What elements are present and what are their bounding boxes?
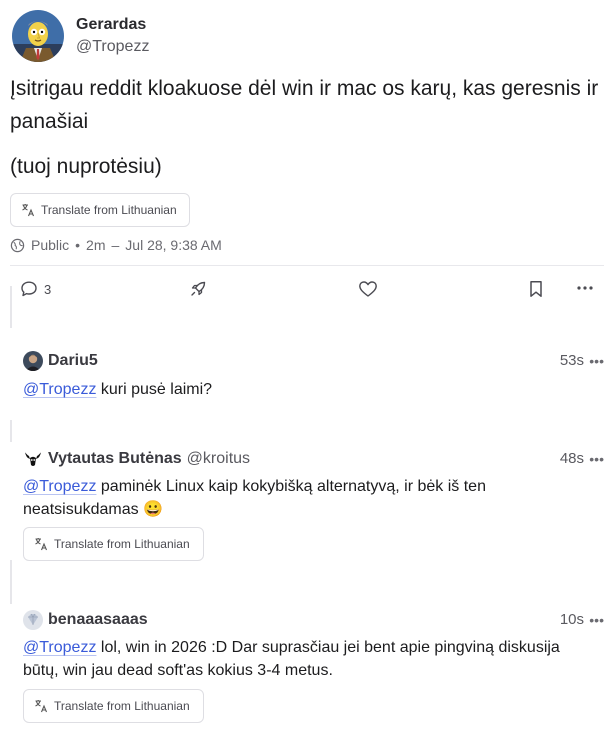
translate-label: Translate from Lithuanian: [54, 537, 190, 551]
author-avatar[interactable]: [12, 10, 64, 62]
reply-author-name[interactable]: Vytautas Butėnas: [48, 450, 182, 468]
reply-more-icon[interactable]: •••: [589, 353, 604, 369]
meta-dash: –: [111, 237, 120, 253]
thread-line: [10, 286, 12, 328]
reply-body: lol, win in 2026 :D Dar suprasčiau jei b…: [23, 639, 560, 679]
reply-author-name[interactable]: benaaasaaas: [48, 611, 148, 629]
reply-avatar[interactable]: [23, 449, 43, 469]
thread-line: [10, 420, 12, 442]
bookmark-icon: [530, 281, 542, 297]
person-avatar-icon: [23, 351, 43, 371]
reply-avatar[interactable]: [23, 351, 43, 371]
post-content: Įsitrigau reddit kloakuose dėl win ir ma…: [10, 72, 600, 183]
translate-button[interactable]: Translate from Lithuanian: [10, 193, 190, 227]
translate-button[interactable]: Translate from Lithuanian: [23, 689, 204, 723]
reply-more-icon[interactable]: •••: [589, 451, 604, 467]
reply-button[interactable]: 3: [20, 280, 51, 298]
translate-icon: [22, 204, 35, 217]
visibility-label: Public: [31, 237, 70, 253]
translate-label: Translate from Lithuanian: [54, 699, 190, 713]
post-paragraph: (tuoj nuprotėsiu): [10, 155, 162, 178]
heart-icon: [359, 281, 377, 297]
comment-icon: [21, 281, 37, 297]
translate-icon: [35, 700, 48, 713]
mention-link[interactable]: @Tropezz: [23, 478, 96, 495]
mention-link[interactable]: @Tropezz: [23, 639, 96, 656]
reply-avatar[interactable]: [23, 610, 43, 630]
horned-skull-icon: [23, 449, 43, 469]
reply-time[interactable]: 53s: [560, 352, 584, 369]
thread-line: [10, 560, 12, 604]
reply-author-name[interactable]: Dariu5: [48, 352, 98, 370]
reply-text: @Tropezz lol, win in 2026 :D Dar suprasč…: [23, 636, 583, 682]
translate-icon: [35, 538, 48, 551]
bookmark-button[interactable]: [528, 280, 544, 298]
reply-more-icon[interactable]: •••: [589, 612, 604, 628]
diamond-avatar-icon: [23, 610, 43, 630]
translate-button[interactable]: Translate from Lithuanian: [23, 527, 204, 561]
post-meta: Public • 2m – Jul 28, 9:38 AM: [10, 237, 222, 253]
divider: [10, 265, 604, 266]
reply-text: @Tropezz kuri pusė laimi?: [23, 378, 583, 401]
author-name[interactable]: Gerardas: [76, 14, 149, 36]
reply-text: @Tropezz paminėk Linux kaip kokybišką al…: [23, 475, 583, 521]
post-actions: 3: [0, 276, 614, 306]
reply-time[interactable]: 48s: [560, 450, 584, 467]
reply-time[interactable]: 10s: [560, 611, 584, 628]
meta-separator: •: [75, 237, 81, 253]
rocket-icon: [191, 281, 206, 296]
reply-body: kuri pusė laimi?: [96, 381, 213, 398]
post-author: Gerardas @Tropezz: [12, 10, 149, 62]
like-button[interactable]: [358, 280, 378, 298]
globe-icon: [10, 238, 25, 252]
cartoon-character-avatar-icon: [12, 10, 64, 62]
post-time[interactable]: 2m: [86, 237, 105, 253]
reply-author-handle[interactable]: @kroitus: [187, 450, 250, 468]
boost-button[interactable]: [189, 280, 207, 298]
translate-label: Translate from Lithuanian: [41, 203, 177, 217]
more-icon: [577, 286, 593, 290]
author-handle[interactable]: @Tropezz: [76, 36, 149, 58]
post-date[interactable]: Jul 28, 9:38 AM: [125, 237, 222, 253]
post-paragraph: Įsitrigau reddit kloakuose dėl win ir ma…: [10, 77, 599, 133]
mention-link[interactable]: @Tropezz: [23, 381, 96, 398]
more-button[interactable]: [576, 279, 594, 297]
reply-count: 3: [44, 281, 52, 297]
